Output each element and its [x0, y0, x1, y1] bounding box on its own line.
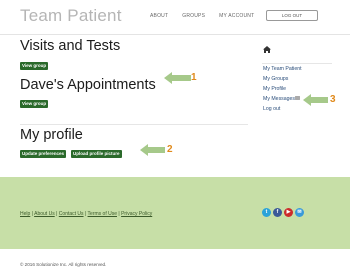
- footer-separator: |: [84, 211, 87, 217]
- footer-link-contact-us[interactable]: Contact Us: [59, 211, 84, 217]
- update-preferences-button[interactable]: Update preferences: [20, 150, 67, 158]
- nav-about[interactable]: ABOUT: [150, 13, 168, 19]
- nav-groups[interactable]: GROUPS: [182, 13, 205, 19]
- callout-arrow-3: [303, 94, 328, 106]
- logout-button[interactable]: LOG OUT: [266, 10, 318, 21]
- view-group-button-appointments[interactable]: View group: [20, 100, 49, 108]
- footer-separator: |: [118, 211, 120, 217]
- footer-separator: |: [31, 211, 33, 217]
- email-icon[interactable]: ✉: [295, 208, 304, 217]
- callout-number-2: 2: [167, 144, 173, 155]
- footer-links: Help | About Us | Contact Us | Terms of …: [20, 211, 152, 217]
- twitter-icon[interactable]: t: [262, 208, 271, 217]
- message-envelope-icon: [295, 96, 300, 100]
- home-icon[interactable]: [263, 46, 271, 53]
- section-title-visits: Visits and Tests: [20, 38, 121, 54]
- view-group-button-visits[interactable]: View group: [20, 62, 49, 70]
- brand-logo[interactable]: Team Patient: [20, 6, 122, 26]
- sidebar-link-my-profile[interactable]: My Profile: [263, 86, 286, 92]
- footer-link-about-us[interactable]: About Us: [34, 211, 55, 217]
- header-divider: [0, 34, 350, 35]
- footer-link-help[interactable]: Help: [20, 211, 30, 217]
- callout-number-3: 3: [330, 94, 336, 105]
- sidebar-link-my-team-patient[interactable]: My Team Patient: [263, 66, 302, 72]
- section-divider: [20, 124, 248, 125]
- section-title-appointments: Dave's Appointments: [20, 77, 156, 93]
- youtube-icon[interactable]: ▶: [284, 208, 293, 217]
- site-header: Team Patient ABOUT GROUPS MY ACCOUNT LOG…: [0, 0, 350, 34]
- profile-title: My profile: [20, 127, 83, 143]
- footer-link-terms-of-use[interactable]: Terms of Use: [88, 211, 117, 217]
- footer-link-privacy-policy[interactable]: Privacy Policy: [121, 211, 152, 217]
- sidebar-link-my-messages[interactable]: My Messages: [263, 96, 295, 102]
- copyright-text: © 2016 Solutionize Inc. All rights reser…: [20, 262, 107, 267]
- upload-profile-picture-button[interactable]: Upload profile picture: [71, 150, 122, 158]
- callout-arrow-1: [164, 72, 191, 84]
- callout-arrow-2: [140, 144, 165, 156]
- sidebar-link-log-out[interactable]: Log out: [263, 106, 280, 112]
- facebook-icon[interactable]: f: [273, 208, 282, 217]
- nav-my-account[interactable]: MY ACCOUNT: [219, 13, 254, 19]
- footer-separator: |: [56, 211, 58, 217]
- sidebar-divider: [262, 63, 332, 64]
- sidebar-link-my-groups[interactable]: My Groups: [263, 76, 288, 82]
- main-nav: ABOUT GROUPS MY ACCOUNT: [150, 13, 268, 19]
- callout-number-1: 1: [191, 72, 197, 83]
